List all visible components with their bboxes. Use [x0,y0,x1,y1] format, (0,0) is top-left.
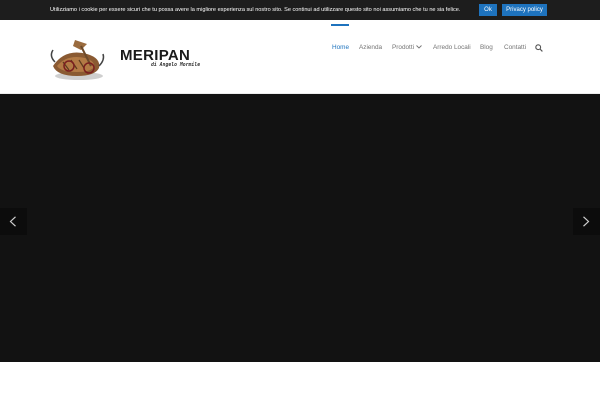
nav-item-azienda[interactable]: Azienda [359,43,382,53]
nav-item-blog[interactable]: Blog [480,43,493,53]
search-icon[interactable] [535,44,543,52]
nav-item-contatti[interactable]: Contatti [504,43,526,53]
nav-item-prodotti-label: Prodotti [392,44,415,51]
brand-name[interactable]: MERIPAN [120,47,190,64]
cookie-bar: Utilizziamo i cookie per essere sicuri c… [0,0,600,20]
chevron-right-icon [583,216,590,227]
slider-next-button[interactable] [573,208,600,235]
cookie-ok-button[interactable]: Ok [479,4,497,16]
page-content-area [0,362,600,400]
brand-tagline: di Angelo Mormile [151,63,201,68]
page: Utilizziamo i cookie per essere sicuri c… [0,0,600,400]
nav-item-prodotti[interactable]: Prodotti [392,43,424,53]
slider-prev-button[interactable] [0,208,27,235]
privacy-policy-button[interactable]: Privacy policy [502,4,547,16]
nav-item-home[interactable]: Home [332,43,349,53]
hero-slider[interactable] [0,94,600,362]
nav-active-indicator [331,24,349,26]
nav-item-arredo-locali[interactable]: Arredo Locali [433,43,471,53]
chevron-left-icon [9,216,16,227]
bread-logo-icon[interactable] [47,36,107,82]
chevron-down-icon [415,43,424,53]
cookie-message: Utilizziamo i cookie per essere sicuri c… [50,7,461,13]
